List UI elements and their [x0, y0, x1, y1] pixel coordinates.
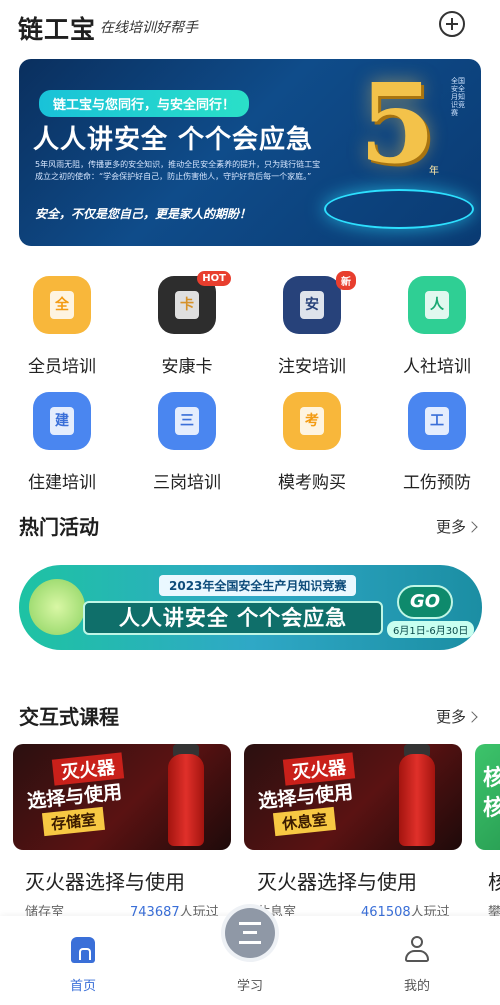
grid-item-label: 全员培训	[28, 357, 96, 377]
course-cover-subtitle: 选择与使用	[26, 781, 124, 813]
course-cover-room: 休息室	[272, 806, 337, 837]
study-icon	[225, 908, 275, 958]
hot-badge: HOT	[197, 271, 231, 286]
course-cover-room: 存储室	[41, 806, 106, 837]
course-name[interactable]: 灭火器选择与使用	[257, 866, 417, 895]
banner-anniversary-number: 5	[359, 59, 436, 188]
activity-date-range: 6月1日-6月30日	[387, 621, 475, 638]
grid-item-label: 三岗培训	[153, 473, 221, 493]
new-badge: 新	[336, 271, 356, 290]
chevron-right-icon	[466, 711, 478, 723]
course-cover-subtitle: 选择与使用	[257, 781, 355, 813]
course-card-cover[interactable]: 灭火器 选择与使用 休息室	[244, 744, 462, 850]
document-icon: 三	[158, 392, 216, 450]
building-icon: 建	[33, 392, 91, 450]
go-button[interactable]: GO	[397, 585, 453, 619]
tab-label: 学习	[236, 979, 263, 994]
tab-label: 我的	[403, 979, 430, 994]
activity-banner-subtitle: 2023年全国安全生产月知识竞赛	[159, 575, 357, 596]
tab-study[interactable]: 学习	[190, 908, 310, 1005]
shopping-bag-icon: 考	[283, 392, 341, 450]
hot-activities-more-link[interactable]: 更多	[436, 516, 478, 537]
hot-activities-title: 热门活动	[19, 515, 99, 539]
grid-item-label: 工伤预防	[403, 473, 471, 493]
activity-banner[interactable]: 2023年全国安全生产月知识竞赛 人人讲安全 个个会应急 GO 6月1日-6月3…	[19, 565, 482, 650]
grid-item-label: 人社培训	[403, 357, 471, 377]
injury-prevention-icon: 工	[408, 392, 466, 450]
tab-home[interactable]: 首页	[23, 916, 143, 1005]
course-card-peek[interactable]: 核核	[475, 744, 500, 850]
banner-side-text: 全国安全月知识竞赛	[451, 77, 465, 117]
banner-footer: 安全，不仅是您自己，更是家人的期盼！	[35, 207, 252, 221]
chevron-right-icon	[466, 521, 478, 533]
person-icon: 人	[408, 276, 466, 334]
fire-extinguisher-icon	[399, 754, 435, 846]
course-card-cover[interactable]: 灭火器 选择与使用 存储室	[13, 744, 231, 850]
fire-extinguisher-icon	[168, 754, 204, 846]
banner-pedestal	[324, 189, 474, 229]
courses-more-link[interactable]: 更多	[436, 706, 478, 727]
tab-label: 首页	[69, 979, 96, 994]
course-name-peek: 核	[488, 870, 500, 894]
home-icon	[71, 937, 95, 963]
more-label: 更多	[436, 708, 467, 726]
interactive-courses-title: 交互式课程	[19, 705, 119, 729]
grid-item-label: 模考购买	[278, 473, 346, 493]
grid-item-label: 注安培训	[278, 357, 346, 377]
banner-title: 人人讲安全 个个会应急	[33, 125, 314, 155]
app-logo: 链工宝	[18, 15, 97, 44]
grid-item-label: 住建培训	[28, 473, 96, 493]
activity-banner-title: 人人讲安全 个个会应急	[83, 601, 383, 635]
app-header: 链工宝 在线培训好帮手	[0, 0, 500, 52]
promo-banner[interactable]: 链工宝与您同行，与安全同行！ 人人讲安全 个个会应急 5年风雨无阻，传播更多的安…	[19, 59, 481, 246]
tab-mine[interactable]: 我的	[357, 916, 477, 1005]
banner-description: 5年风雨无阻，传播更多的安全知识，推动全民安全素养的提升，只为践行链工宝成立之初…	[35, 160, 321, 181]
user-icon	[404, 936, 430, 964]
safety-engineer-icon: 安	[283, 276, 341, 334]
activity-mascot-icon	[29, 579, 85, 635]
banner-year-label: 年	[429, 166, 439, 177]
more-label: 更多	[436, 518, 467, 536]
banner-tag: 链工宝与您同行，与安全同行！	[39, 90, 250, 117]
course-name[interactable]: 灭火器选择与使用	[25, 866, 185, 895]
grid-item-label: 安康卡	[161, 357, 213, 377]
plus-circle-icon[interactable]	[439, 11, 465, 37]
all-staff-training-icon: 全	[33, 276, 91, 334]
app-slogan: 在线培训好帮手	[100, 20, 198, 36]
bottom-tab-bar: 首页 学习 我的	[0, 908, 500, 1005]
